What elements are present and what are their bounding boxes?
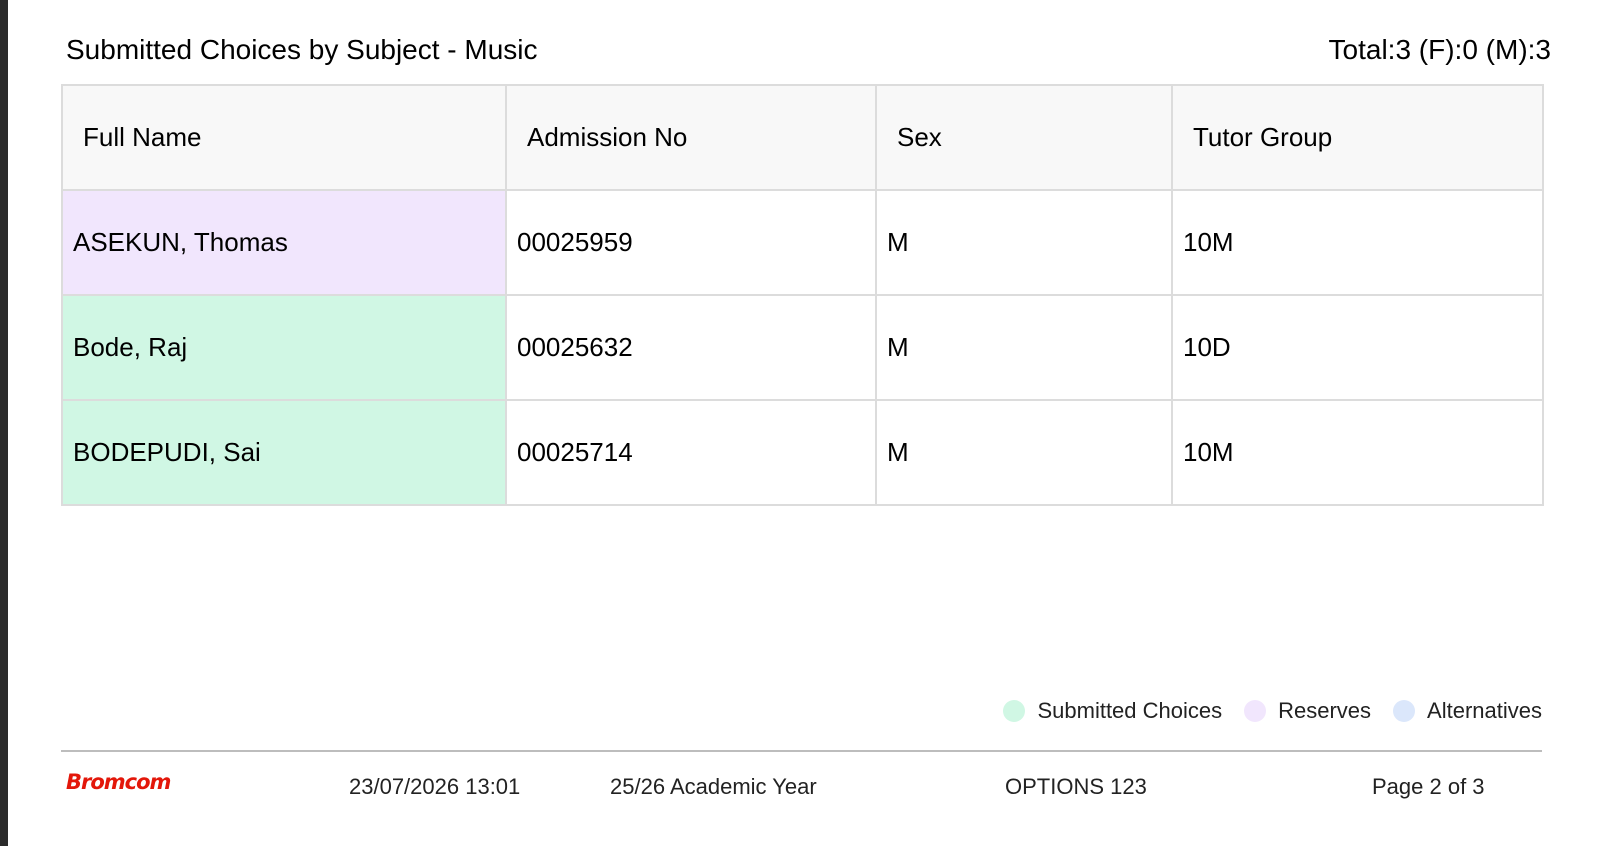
footer-module: OPTIONS 123 (1005, 774, 1147, 799)
footer-page-number: Page 2 of 3 (1372, 774, 1485, 799)
legend-label-alternatives: Alternatives (1427, 698, 1542, 723)
table-row: Bode, Raj 00025632 M 10D (61, 294, 1544, 401)
admission-no-cell: 00025714 (505, 399, 877, 506)
legend-item-alternatives: Alternatives (1393, 698, 1542, 724)
column-header-full-name: Full Name (61, 84, 507, 191)
report-page: Submitted Choices by Subject - Music Tot… (8, 0, 1604, 846)
column-header-sex: Sex (875, 84, 1173, 191)
footer-divider (61, 750, 1542, 752)
sex-cell: M (875, 399, 1173, 506)
tutor-group-cell: 10M (1171, 399, 1544, 506)
legend: Submitted Choices Reserves Alternatives (1003, 698, 1542, 724)
column-header-admission-no: Admission No (505, 84, 877, 191)
footer-timestamp: 23/07/2026 13:01 (349, 774, 521, 799)
tutor-group-cell: 10D (1171, 294, 1544, 401)
report-footer: Bromcom 23/07/2026 13:01 25/26 Academic … (8, 770, 1604, 800)
legend-label-submitted: Submitted Choices (1037, 698, 1223, 723)
column-header-tutor-group: Tutor Group (1171, 84, 1544, 191)
table-row: BODEPUDI, Sai 00025714 M 10M (61, 399, 1544, 506)
report-header: Submitted Choices by Subject - Music Tot… (66, 34, 1551, 74)
footer-academic-year: 25/26 Academic Year (610, 774, 817, 799)
admission-no-cell: 00025632 (505, 294, 877, 401)
table-header-row: Full Name Admission No Sex Tutor Group (61, 84, 1544, 191)
report-title: Submitted Choices by Subject - Music (66, 34, 538, 65)
full-name-cell: ASEKUN, Thomas (61, 189, 507, 296)
table-row: ASEKUN, Thomas 00025959 M 10M (61, 189, 1544, 296)
report-totals: Total:3 (F):0 (M):3 (1328, 34, 1551, 65)
legend-item-submitted: Submitted Choices (1003, 698, 1222, 724)
legend-label-reserves: Reserves (1278, 698, 1372, 723)
full-name-cell: BODEPUDI, Sai (61, 399, 507, 506)
alternatives-dot-icon (1393, 700, 1416, 722)
legend-item-reserves: Reserves (1244, 698, 1371, 724)
tutor-group-cell: 10M (1171, 189, 1544, 296)
bromcom-logo: Bromcom (66, 770, 171, 794)
choices-table: Full Name Admission No Sex Tutor Group A… (61, 84, 1544, 506)
reserves-dot-icon (1244, 700, 1267, 722)
sex-cell: M (875, 189, 1173, 296)
admission-no-cell: 00025959 (505, 189, 877, 296)
sex-cell: M (875, 294, 1173, 401)
submitted-dot-icon (1003, 700, 1026, 722)
full-name-cell: Bode, Raj (61, 294, 507, 401)
